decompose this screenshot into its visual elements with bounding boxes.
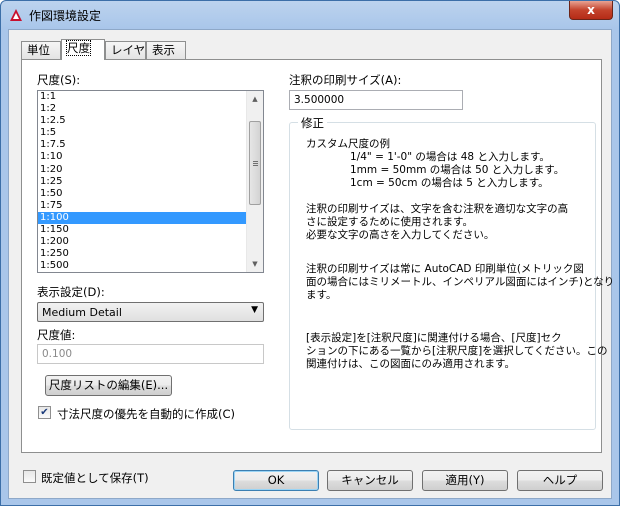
tab-scale-label: 尺度	[66, 40, 91, 56]
display-setting-value: Medium Detail	[42, 306, 122, 319]
scale-list-item[interactable]: 1:75	[38, 200, 246, 212]
scale-list-item[interactable]: 1:2	[38, 103, 246, 115]
modify-group-title: 修正	[298, 115, 327, 131]
ok-button[interactable]: OK	[233, 470, 319, 491]
cancel-button[interactable]: キャンセル	[327, 470, 413, 491]
para3-line-3: 関連付けは、この図面にのみ適用されます。	[306, 358, 515, 370]
apply-button[interactable]: 適用(Y)	[422, 470, 508, 491]
edit-scale-list-button[interactable]: 尺度リストの編集(E)...	[45, 375, 172, 396]
scale-value-field: 0.100	[37, 344, 264, 364]
modify-groupbox: 修正 カスタム尺度の例 1/4" = 1'-0" の場合は 48 と入力します。…	[289, 115, 614, 430]
scale-list-item[interactable]: 1:250	[38, 248, 246, 260]
scale-list-item[interactable]: 1:2.5	[38, 115, 246, 127]
display-setting-combo[interactable]: Medium Detail ▼	[37, 302, 264, 322]
close-button[interactable]: x	[569, 1, 613, 20]
annotation-size-field[interactable]: 3.500000	[289, 90, 463, 110]
title-bar[interactable]: 作図環境設定 x	[1, 1, 619, 29]
para2-line-2: 面の場合にはミリメートル、インペリアル図面にはインチ)となり	[306, 276, 615, 288]
auto-dimscale-checkbox[interactable]: ✔	[38, 406, 51, 419]
tab-scale[interactable]: 尺度	[61, 39, 105, 60]
scale-listbox[interactable]: 1:1 1:2 1:2.5 1:5 1:7.5 1:10 1:20 1:25 1:50 1:75 1…	[37, 90, 264, 273]
para2-line-3: ます。	[306, 289, 337, 301]
para1-line-1: 注釈の印刷サイズは、文字を含む注釈を適切な文字の高	[306, 203, 569, 215]
example-line-3: 1cm = 50cm の場合は 5 と入力します。	[350, 177, 549, 189]
scale-value-label: 尺度値:	[37, 328, 76, 342]
scale-list-scrollbar[interactable]: ▲ ▼	[246, 91, 263, 272]
scale-list-item[interactable]: 1:500	[38, 260, 246, 272]
tab-units[interactable]: 単位	[21, 41, 61, 59]
scale-list-item[interactable]: 1:7.5	[38, 139, 246, 151]
example-line-1: 1/4" = 1'-0" の場合は 48 と入力します。	[350, 151, 550, 163]
auto-dimscale-label[interactable]: 寸法尺度の優先を自動的に作成(C)	[57, 406, 235, 422]
close-icon: x	[587, 3, 595, 17]
scale-list-item[interactable]: 1:150	[38, 224, 246, 236]
dropdown-arrow-icon: ▼	[251, 305, 258, 315]
tab-display-label: 表示	[152, 43, 175, 57]
save-default-label[interactable]: 既定値として保存(T)	[41, 470, 149, 486]
display-setting-label: 表示設定(D):	[37, 285, 105, 299]
scale-list-item[interactable]: 1:20	[38, 164, 246, 176]
scale-list-item[interactable]: 1:25	[38, 176, 246, 188]
para3-line-2: ションの下にある一覧から[注釈尺度]を選択してください。この	[306, 345, 608, 357]
para1-line-3: 必要な文字の高さを入力してください。	[306, 229, 495, 241]
tab-layer-label: レイヤ	[111, 43, 146, 57]
tab-layer[interactable]: レイヤ	[105, 41, 146, 59]
autocad-logo-icon	[10, 9, 22, 21]
tab-display[interactable]: 表示	[146, 41, 186, 59]
scale-list-item[interactable]: 1:100	[38, 211, 246, 225]
scroll-down-icon[interactable]: ▼	[247, 256, 263, 272]
save-default-checkbox[interactable]	[23, 470, 36, 483]
scale-list-item[interactable]: 1:50	[38, 188, 246, 200]
annotation-size-label: 注釈の印刷サイズ(A):	[289, 73, 402, 87]
scale-list-item[interactable]: 1:200	[38, 236, 246, 248]
scale-list-item[interactable]: 1:1	[38, 91, 246, 103]
example-line-2: 1mm = 50mm の場合は 50 と入力します。	[350, 164, 565, 176]
scale-list-item[interactable]: 1:5	[38, 127, 246, 139]
scale-list-label: 尺度(S):	[37, 73, 81, 87]
tab-units-label: 単位	[27, 43, 50, 57]
example-title: カスタム尺度の例	[306, 138, 390, 150]
window-title: 作図環境設定	[29, 9, 102, 23]
scroll-up-icon[interactable]: ▲	[247, 91, 263, 107]
para2-line-1: 注釈の印刷サイズは常に AutoCAD 印刷単位(メトリック図	[306, 263, 584, 275]
scale-list-item[interactable]: 1:10	[38, 151, 246, 163]
scale-tab-panel: 尺度(S): 1:1 1:2 1:2.5 1:5 1:7.5 1:10 1:20 1:25 1:…	[21, 59, 614, 453]
para1-line-2: さに設定するために使用されます。	[306, 216, 473, 228]
dialog-window: 作図環境設定 x 単位 尺度 レイヤ 表示 尺度(S): 1:1 1:2 1:2.5…	[0, 0, 620, 506]
help-button[interactable]: ヘルプ	[517, 470, 603, 491]
para3-line-1: [表示設定]を[注釈尺度]に関連付ける場合、[尺度]セク	[306, 332, 562, 344]
scroll-thumb[interactable]	[249, 121, 261, 205]
dialog-client: 単位 尺度 レイヤ 表示 尺度(S): 1:1 1:2 1:2.5 1:5 1:7.5 1…	[8, 29, 614, 499]
